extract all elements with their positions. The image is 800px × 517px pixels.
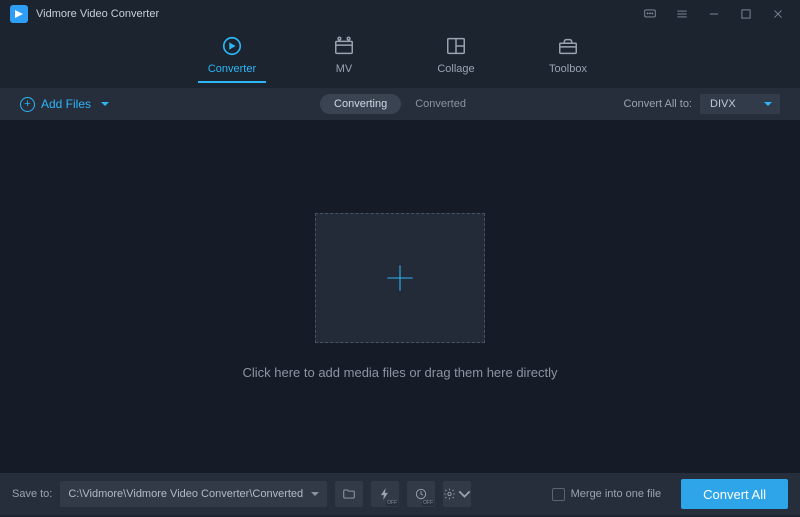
feedback-icon[interactable] — [638, 2, 662, 26]
chevron-down-icon — [311, 492, 319, 496]
merge-label: Merge into one file — [571, 488, 662, 500]
selected-format: DIVX — [710, 98, 736, 110]
merge-checkbox-group[interactable]: Merge into one file — [552, 488, 662, 501]
segmented-control: Converting Converted — [320, 94, 480, 114]
segment-converting[interactable]: Converting — [320, 94, 401, 114]
off-badge: OFF — [422, 501, 434, 506]
add-files-label: Add Files — [41, 97, 91, 111]
plus-icon — [382, 260, 418, 296]
bottom-bar: Save to: C:\Vidmore\Vidmore Video Conver… — [0, 473, 800, 515]
tab-converter[interactable]: Converter — [200, 35, 264, 81]
secondary-bar: + Add Files Converting Converted Convert… — [0, 88, 800, 120]
format-select[interactable]: DIVX — [700, 94, 780, 114]
gear-icon — [443, 487, 456, 501]
maximize-icon[interactable] — [734, 2, 758, 26]
save-path-select[interactable]: C:\Vidmore\Vidmore Video Converter\Conve… — [60, 481, 327, 507]
convert-all-button[interactable]: Convert All — [681, 479, 788, 509]
dropzone-hint: Click here to add media files or drag th… — [242, 365, 557, 380]
settings-button[interactable] — [443, 481, 471, 507]
menu-icon[interactable] — [670, 2, 694, 26]
top-nav: Converter MV Collage Toolbox — [0, 28, 800, 88]
chevron-down-icon — [458, 487, 471, 501]
tab-label: Converter — [208, 63, 256, 75]
minimize-icon[interactable] — [702, 2, 726, 26]
segment-converted[interactable]: Converted — [401, 94, 480, 114]
convert-all-label: Convert All — [703, 487, 766, 502]
high-speed-button[interactable]: OFF — [407, 481, 435, 507]
tab-label: Collage — [437, 63, 474, 75]
tab-mv[interactable]: MV — [312, 35, 376, 81]
speed-icon — [414, 487, 428, 501]
convert-all-to-label: Convert All to: — [624, 98, 692, 110]
tab-toolbox[interactable]: Toolbox — [536, 35, 600, 81]
save-to-label: Save to: — [12, 488, 52, 500]
tab-collage[interactable]: Collage — [424, 35, 488, 81]
save-path-value: C:\Vidmore\Vidmore Video Converter\Conve… — [68, 488, 303, 500]
close-icon[interactable] — [766, 2, 790, 26]
tab-label: MV — [336, 63, 353, 75]
chevron-down-icon — [764, 102, 772, 106]
plus-circle-icon: + — [20, 97, 35, 112]
app-logo — [10, 5, 28, 23]
hardware-accel-button[interactable]: OFF — [371, 481, 399, 507]
title-bar: Vidmore Video Converter — [0, 0, 800, 28]
tab-label: Toolbox — [549, 63, 587, 75]
off-badge: OFF — [386, 501, 398, 506]
folder-icon — [342, 487, 356, 501]
app-title: Vidmore Video Converter — [36, 8, 159, 20]
chevron-down-icon — [101, 102, 109, 106]
open-folder-button[interactable] — [335, 481, 363, 507]
add-files-button[interactable]: + Add Files — [20, 97, 109, 112]
convert-all-to-group: Convert All to: DIVX — [624, 94, 780, 114]
dropzone[interactable] — [315, 213, 485, 343]
lightning-icon — [378, 487, 392, 501]
main-dropzone-area: Click here to add media files or drag th… — [0, 120, 800, 473]
merge-checkbox[interactable] — [552, 488, 565, 501]
